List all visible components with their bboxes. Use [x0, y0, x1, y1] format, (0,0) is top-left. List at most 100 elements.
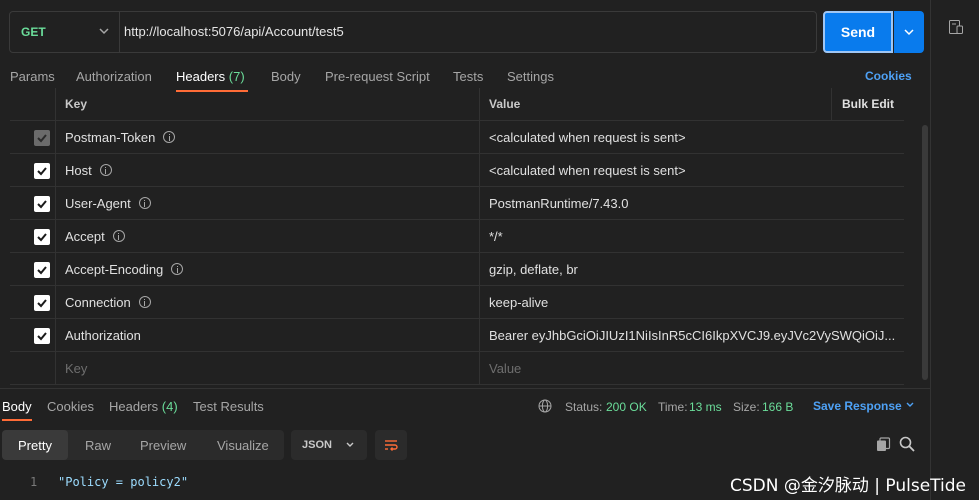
- new-value-input[interactable]: Value: [480, 352, 904, 384]
- send-button[interactable]: Send: [823, 11, 893, 53]
- language-value: JSON: [302, 439, 332, 451]
- row-checkbox[interactable]: [34, 163, 50, 179]
- header-value[interactable]: <calculated when request is sent>: [480, 121, 904, 153]
- right-sidebar: [930, 0, 979, 500]
- checkmark-icon: [37, 233, 47, 242]
- table-row-new: Key Value: [10, 352, 904, 385]
- cookies-link[interactable]: Cookies: [865, 69, 912, 83]
- save-response-button[interactable]: Save Response: [813, 399, 915, 413]
- row-checkbox[interactable]: [34, 130, 50, 146]
- tab-pre-request-script[interactable]: Pre-request Script: [325, 69, 430, 84]
- method-label: GET: [21, 25, 46, 39]
- header-value[interactable]: Bearer eyJhbGciOiJIUzI1NiIsInR5cCI6IkpXV…: [480, 319, 904, 351]
- table-row: Host <calculated when request is sent>: [10, 154, 904, 187]
- wrap-lines-button[interactable]: [375, 430, 407, 460]
- table-row: Connection keep-alive: [10, 286, 904, 319]
- info-icon[interactable]: [171, 263, 184, 275]
- table-row: User-Agent PostmanRuntime/7.43.0: [10, 187, 904, 220]
- format-preview[interactable]: Preview: [140, 430, 186, 460]
- time-value[interactable]: 13 ms: [689, 400, 722, 414]
- language-select[interactable]: JSON: [291, 430, 367, 460]
- format-pretty[interactable]: Pretty: [2, 430, 68, 460]
- status-value[interactable]: 200 OK: [606, 400, 647, 414]
- documentation-icon[interactable]: [948, 19, 964, 35]
- response-tab-test-results[interactable]: Test Results: [193, 399, 264, 414]
- watermark: CSDN @金汐脉动 | PulseTide: [730, 476, 967, 496]
- tab-settings[interactable]: Settings: [507, 69, 554, 84]
- header-value[interactable]: keep-alive: [480, 286, 904, 318]
- header-key: Connection: [65, 294, 131, 310]
- response-body-line: "Policy = policy2": [58, 475, 189, 489]
- tab-params[interactable]: Params: [10, 69, 55, 84]
- header-key: Host: [65, 162, 92, 178]
- header-key: Accept-Encoding: [65, 261, 164, 277]
- wrap-icon: [385, 440, 398, 451]
- header-value[interactable]: gzip, deflate, br: [480, 253, 904, 285]
- save-response-label: Save Response: [813, 399, 902, 413]
- chevron-down-icon: [904, 29, 914, 36]
- header-key: Authorization: [65, 327, 141, 343]
- response-tab-body[interactable]: Body: [2, 399, 32, 414]
- size-value[interactable]: 166 B: [762, 400, 793, 414]
- url-bar: GET http://localhost:5076/api/Account/te…: [9, 11, 817, 53]
- search-icon[interactable]: [899, 436, 915, 452]
- size-label: Size:: [733, 400, 760, 414]
- header-value[interactable]: <calculated when request is sent>: [480, 154, 904, 186]
- header-key: Postman-Token: [65, 129, 156, 145]
- format-visualize[interactable]: Visualize: [217, 430, 269, 460]
- row-checkbox[interactable]: [34, 196, 50, 212]
- row-checkbox[interactable]: [34, 328, 50, 344]
- row-checkbox[interactable]: [34, 262, 50, 278]
- header-value[interactable]: PostmanRuntime/7.43.0: [480, 187, 904, 219]
- checkmark-icon: [37, 134, 47, 143]
- info-icon[interactable]: [163, 131, 176, 143]
- bulk-edit-button[interactable]: Bulk Edit: [831, 88, 904, 120]
- tab-headers-count: (7): [228, 69, 245, 84]
- row-checkbox[interactable]: [34, 229, 50, 245]
- chevron-down-icon: [99, 28, 109, 35]
- response-tab-headers[interactable]: Headers (4): [109, 399, 178, 414]
- url-input[interactable]: http://localhost:5076/api/Account/test5: [124, 24, 344, 39]
- table-row: Postman-Token <calculated when request i…: [10, 121, 904, 154]
- info-icon[interactable]: [138, 197, 151, 209]
- scrollbar[interactable]: [922, 125, 928, 380]
- checkmark-icon: [37, 266, 47, 275]
- info-icon[interactable]: [112, 230, 125, 242]
- table-row: Authorization Bearer eyJhbGciOiJIUzI1NiI…: [10, 319, 904, 352]
- response-tab-headers-label: Headers: [109, 399, 159, 414]
- tab-body[interactable]: Body: [271, 69, 301, 84]
- chevron-down-icon: [346, 442, 354, 447]
- line-number: 1: [30, 475, 38, 489]
- info-icon[interactable]: [99, 164, 112, 176]
- format-raw[interactable]: Raw: [85, 430, 111, 460]
- header-key: Accept: [65, 228, 105, 244]
- copy-icon[interactable]: [876, 437, 891, 452]
- tab-headers[interactable]: Headers (7): [176, 69, 245, 84]
- method-select[interactable]: GET: [10, 12, 120, 52]
- response-divider[interactable]: [0, 388, 930, 389]
- response-tab-headers-count: (4): [161, 399, 178, 414]
- tab-tests[interactable]: Tests: [453, 69, 483, 84]
- checkmark-icon: [37, 299, 47, 308]
- header-key: User-Agent: [65, 195, 131, 211]
- key-column-header: Key: [56, 88, 480, 120]
- status-label: Status:: [565, 400, 603, 414]
- header-value[interactable]: */*: [480, 220, 904, 252]
- response-tab-cookies[interactable]: Cookies: [47, 399, 94, 414]
- globe-icon[interactable]: [538, 399, 552, 413]
- send-options-button[interactable]: [894, 11, 924, 53]
- checkmark-icon: [37, 332, 47, 341]
- chevron-down-icon: [906, 402, 914, 407]
- tab-authorization[interactable]: Authorization: [76, 69, 152, 84]
- new-key-input[interactable]: Key: [56, 352, 480, 384]
- table-row: Accept */*: [10, 220, 904, 253]
- tab-headers-label: Headers: [176, 69, 226, 84]
- checkmark-icon: [37, 200, 47, 209]
- format-tabs: Pretty Raw Preview Visualize: [2, 430, 284, 460]
- time-label: Time:: [658, 400, 688, 414]
- table-row: Accept-Encoding gzip, deflate, br: [10, 253, 904, 286]
- active-tab-indicator: [2, 419, 32, 421]
- info-icon[interactable]: [138, 296, 151, 308]
- checkmark-icon: [37, 167, 47, 176]
- row-checkbox[interactable]: [34, 295, 50, 311]
